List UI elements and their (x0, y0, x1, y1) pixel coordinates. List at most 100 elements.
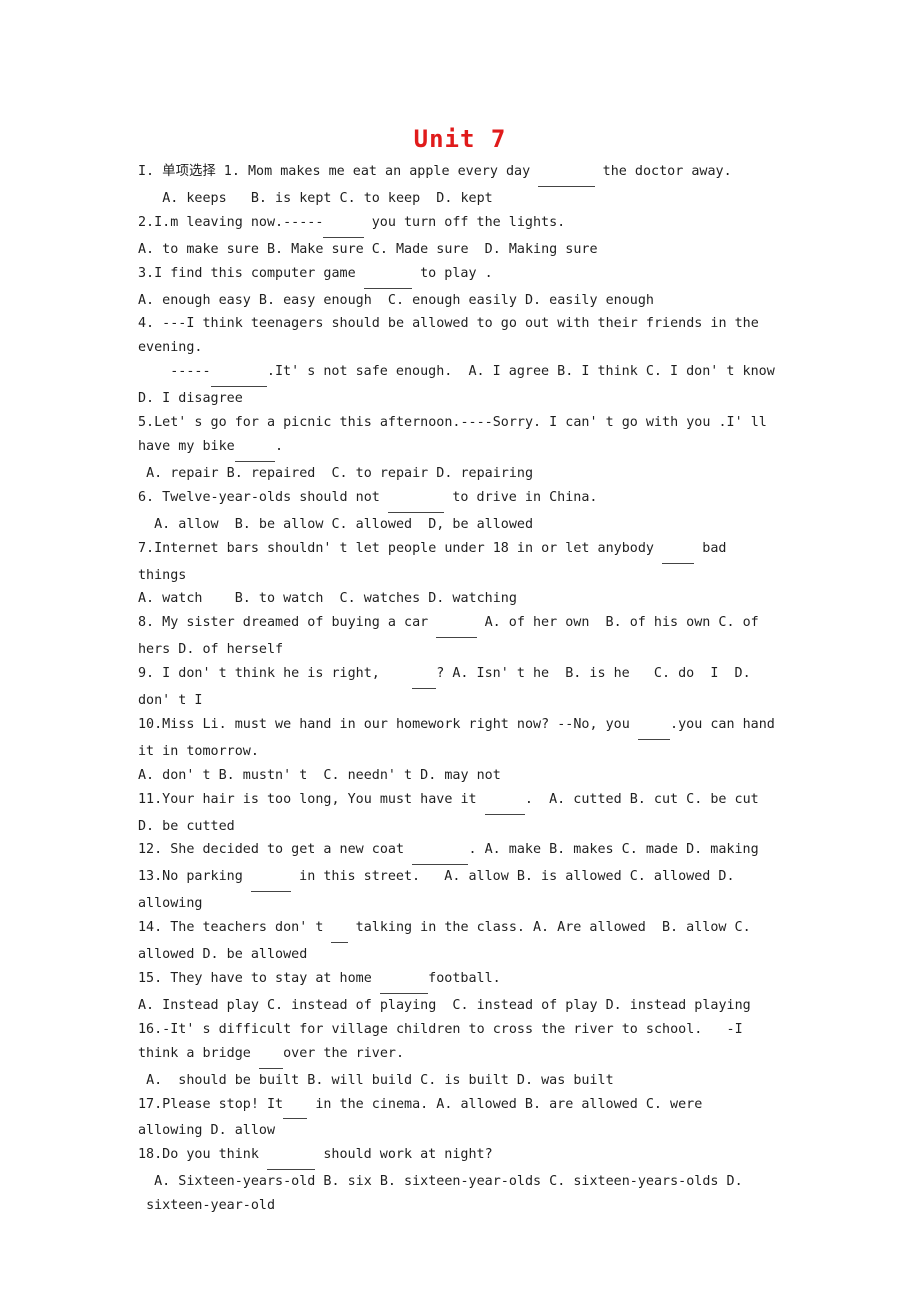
line-text-tail: . A. make B. makes C. made D. making (468, 842, 759, 858)
line-text: allowing (138, 896, 203, 912)
page-title: Unit 7 (413, 125, 507, 153)
line-text-tail: . (275, 438, 284, 454)
answer-blank[interactable] (379, 969, 429, 994)
question-line: I. 单项选择 1. Mom makes me eat an apple eve… (138, 160, 782, 187)
question-line: 11.Your hair is too long, You must have … (138, 788, 782, 815)
line-text-tail: .you can hand (670, 716, 775, 732)
line-text: A. repair B. repaired C. to repair D. re… (138, 465, 534, 481)
line-text: 4. ---I think teenagers should be allowe… (138, 316, 759, 332)
question-line: 5.Let' s go for a picnic this afternoon.… (138, 411, 782, 435)
question-list: I. 单项选择 1. Mom makes me eat an apple eve… (138, 160, 782, 1218)
question-line: evening. (138, 336, 782, 360)
question-line: things (138, 564, 782, 588)
line-text: don' t I (138, 693, 203, 709)
line-text: A. enough easy B. easy enough C. enough … (138, 292, 654, 308)
line-text: A. to make sure B. Make sure C. Made sur… (138, 241, 598, 257)
question-line: 2.I.m leaving now.----- you turn off the… (138, 211, 782, 238)
line-text: 8. My sister dreamed of buying a car (138, 615, 437, 631)
question-line: D. be cutted (138, 815, 782, 839)
line-text: 12. She decided to get a new coat (138, 842, 413, 858)
question-line: A. keeps B. is kept C. to keep D. kept (138, 187, 782, 211)
line-text: 14. The teachers don' t (138, 920, 332, 936)
question-line: don' t I (138, 689, 782, 713)
line-text: A. allow B. be allow C. allowed D, be al… (138, 516, 534, 532)
question-line: have my bike . (138, 435, 782, 462)
answer-blank[interactable] (637, 715, 671, 740)
question-line: A. enough easy B. easy enough C. enough … (138, 289, 782, 313)
answer-blank[interactable] (662, 539, 695, 564)
question-line: 8. My sister dreamed of buying a car A. … (138, 611, 782, 639)
line-text: hers D. of herself (138, 642, 284, 658)
answer-blank[interactable] (363, 264, 413, 289)
line-text: 7.Internet bars shouldn' t let people un… (138, 540, 663, 556)
line-text: 17.Please stop! It (138, 1096, 284, 1112)
line-text: 9. I don' t think he is right, (138, 666, 413, 682)
question-line: think a bridge over the river. (138, 1042, 782, 1069)
question-line: A. Sixteen-years-old B. six B. sixteen-y… (138, 1170, 782, 1194)
line-text: sixteen-year-old (138, 1198, 276, 1214)
line-text: 3.I find this computer game (138, 265, 364, 281)
answer-blank[interactable] (436, 613, 477, 639)
line-text: D. I disagree (138, 391, 243, 407)
line-text: allowing D. allow (138, 1123, 276, 1139)
answer-blank[interactable] (538, 162, 595, 187)
line-text: have my bike (138, 438, 235, 454)
line-text: D. be cutted (138, 818, 235, 834)
question-line: allowing D. allow (138, 1119, 782, 1143)
question-line: 7.Internet bars shouldn' t let people un… (138, 537, 782, 564)
line-text: 16.-It' s difficult for village children… (138, 1021, 743, 1037)
line-text-tail: in this street. A. allow B. is allowed C… (291, 869, 735, 885)
line-text-tail: ? A. Isn' t he B. is he C. do I D. (436, 666, 751, 682)
line-text-tail: to drive in China. (444, 489, 598, 505)
question-line: 6. Twelve-year-olds should not to drive … (138, 486, 782, 513)
line-text-tail: in the cinema. A. allowed B. are allowed… (307, 1096, 703, 1112)
question-line: 4. ---I think teenagers should be allowe… (138, 312, 782, 336)
answer-blank[interactable] (323, 213, 364, 238)
question-line: hers D. of herself (138, 638, 782, 662)
question-line: A. repair B. repaired C. to repair D. re… (138, 462, 782, 486)
line-text: 5.Let' s go for a picnic this afternoon.… (138, 415, 767, 431)
question-line: A. to make sure B. Make sure C. Made sur… (138, 238, 782, 262)
answer-blank[interactable] (412, 840, 469, 866)
line-text-tail: the doctor away. (594, 164, 732, 179)
question-line: D. I disagree (138, 387, 782, 411)
question-line: 9. I don' t think he is right, ? A. Isn'… (138, 662, 782, 690)
question-line: 12. She decided to get a new coat . A. m… (138, 838, 782, 866)
line-text-tail: . A. cutted B. cut C. be cut (524, 791, 759, 807)
answer-blank[interactable] (387, 488, 445, 513)
line-text-tail: A. of her own B. of his own C. of (476, 615, 759, 631)
question-line: allowing (138, 892, 782, 916)
line-text: 11.Your hair is too long, You must have … (138, 791, 485, 807)
line-text: A. Sixteen-years-old B. six B. sixteen-y… (138, 1174, 743, 1190)
question-line: allowed D. be allowed (138, 943, 782, 967)
line-text-tail: bad (694, 540, 727, 556)
answer-blank[interactable] (210, 362, 267, 388)
question-line: 17.Please stop! It in the cinema. A. all… (138, 1093, 782, 1120)
line-text: think a bridge (138, 1045, 259, 1061)
answer-blank[interactable] (234, 437, 275, 462)
question-line: 16.-It' s difficult for village children… (138, 1018, 782, 1042)
line-text: A. should be built B. will build C. is b… (138, 1072, 614, 1088)
question-line: A. Instead play C. instead of playing C.… (138, 994, 782, 1018)
line-text: A. don' t B. mustn' t C. needn' t D. may… (138, 767, 501, 783)
answer-blank[interactable] (250, 867, 292, 893)
answer-blank[interactable] (331, 918, 348, 944)
question-line: sixteen-year-old (138, 1194, 782, 1218)
line-text: 6. Twelve-year-olds should not (138, 489, 388, 505)
question-line: ----- .It' s not safe enough. A. I agree… (138, 360, 782, 388)
answer-blank[interactable] (412, 664, 437, 690)
line-text-tail: should work at night? (315, 1147, 493, 1163)
line-text: 18.Do you think (138, 1147, 267, 1163)
question-line: 18.Do you think should work at night? (138, 1143, 782, 1171)
question-line: 3.I find this computer game to play . (138, 262, 782, 289)
answer-blank[interactable] (258, 1044, 284, 1069)
question-line: A. watch B. to watch C. watches D. watch… (138, 587, 782, 611)
line-text: A. watch B. to watch C. watches D. watch… (138, 591, 517, 607)
answer-blank[interactable] (267, 1145, 316, 1171)
answer-blank[interactable] (283, 1095, 308, 1120)
line-text-tail: .It' s not safe enough. A. I agree B. I … (266, 364, 775, 380)
answer-blank[interactable] (484, 790, 525, 815)
line-text-tail: you turn off the lights. (363, 214, 566, 230)
line-text: 10.Miss Li. must we hand in our homework… (138, 716, 638, 732)
line-text: I. 单项选择 1. Mom makes me eat an apple eve… (138, 164, 539, 179)
